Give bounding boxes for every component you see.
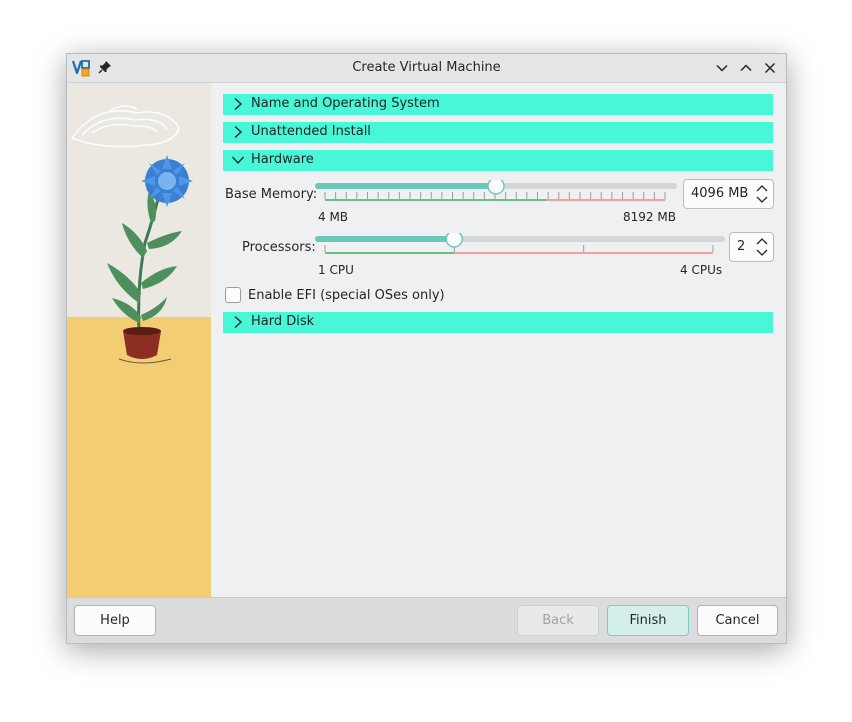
help-button[interactable]: Help (74, 605, 156, 636)
chevron-right-icon (234, 125, 243, 139)
window-title: Create Virtual Machine (352, 60, 501, 75)
processors-label: Processors: (242, 240, 316, 255)
base-memory-slider[interactable] (315, 180, 677, 206)
section-name-os-label: Name and Operating System (251, 96, 440, 111)
base-memory-min-label: 4 MB (318, 210, 349, 224)
chevron-right-icon (234, 315, 243, 329)
section-name-os[interactable]: Name and Operating System (223, 94, 773, 115)
processors-slider-handle (445, 233, 463, 248)
chevron-down-icon (231, 156, 245, 165)
section-hard-disk-label: Hard Disk (251, 314, 315, 329)
section-unattended-install[interactable]: Unattended Install (223, 122, 773, 143)
efi-label[interactable]: Enable EFI (special OSes only) (248, 288, 445, 303)
create-vm-dialog: Create Virtual Machine Name and Operatin… (66, 53, 787, 644)
base-memory-slider-fill (315, 183, 496, 189)
button-bar: Help Back Finish Cancel (67, 597, 786, 643)
efi-checkbox[interactable] (225, 287, 241, 303)
section-hard-disk[interactable]: Hard Disk (223, 312, 773, 333)
chevron-right-icon (234, 97, 243, 111)
spin-arrows-icon[interactable] (755, 236, 769, 258)
section-hardware[interactable]: Hardware (223, 150, 773, 171)
processors-slider-fill (315, 236, 455, 242)
base-memory-label: Base Memory: (225, 187, 318, 202)
section-unattended-label: Unattended Install (251, 124, 371, 139)
base-memory-value: 4096 MB (691, 186, 749, 201)
wizard-content: Name and Operating System Unattended Ins… (211, 83, 786, 597)
processors-min-label: 1 CPU (318, 263, 354, 277)
chevron-down-icon[interactable] (714, 60, 730, 76)
base-memory-slider-handle (487, 180, 505, 195)
plant-illustration (67, 83, 211, 597)
base-memory-spinbox[interactable]: 4096 MB (683, 179, 774, 209)
chevron-up-icon[interactable] (738, 60, 754, 76)
processors-max-label: 4 CPUs (680, 263, 723, 277)
cancel-button[interactable]: Cancel (697, 605, 778, 636)
base-memory-max-label: 8192 MB (623, 210, 676, 224)
section-hardware-label: Hardware (251, 152, 314, 167)
processors-spinbox[interactable]: 2 (729, 232, 774, 262)
processors-value: 2 (737, 239, 746, 254)
title-bar[interactable]: Create Virtual Machine (67, 54, 786, 83)
close-icon[interactable] (762, 60, 778, 76)
processors-slider[interactable] (315, 233, 725, 259)
finish-button[interactable]: Finish (607, 605, 689, 636)
spin-arrows-icon[interactable] (755, 183, 769, 205)
back-button[interactable]: Back (517, 605, 599, 636)
